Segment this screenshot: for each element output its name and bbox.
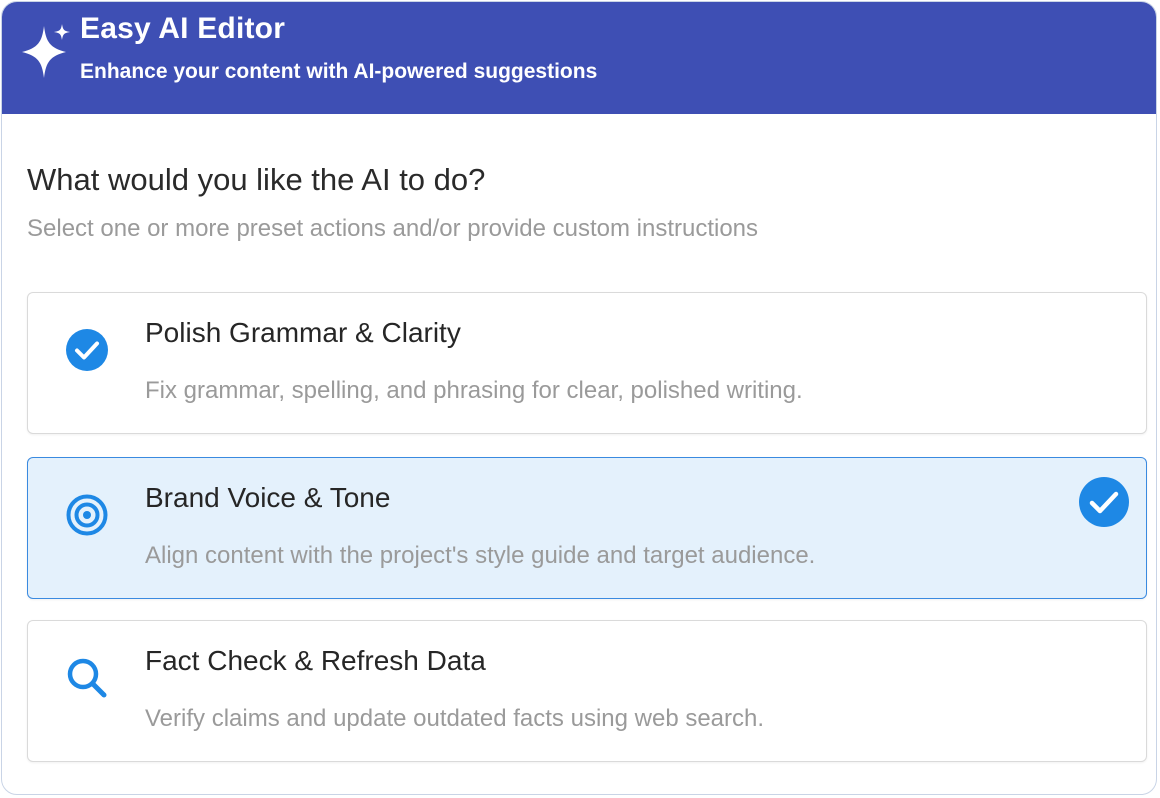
option-description: Fix grammar, spelling, and phrasing for … bbox=[145, 377, 803, 404]
option-title: Brand Voice & Tone bbox=[145, 482, 391, 513]
ai-editor-dialog: Easy AI Editor Enhance your content with… bbox=[1, 1, 1157, 795]
sparkle-icon bbox=[22, 24, 70, 78]
check-circle-icon bbox=[66, 329, 108, 371]
selected-check-icon bbox=[1079, 477, 1129, 527]
option-title: Fact Check & Refresh Data bbox=[145, 645, 486, 676]
prompt-question: What would you like the AI to do? bbox=[27, 162, 486, 197]
search-icon bbox=[67, 658, 107, 698]
prompt-hint: Select one or more preset actions and/or… bbox=[27, 215, 759, 242]
option-polish-grammar[interactable]: Polish Grammar & Clarity Fix grammar, sp… bbox=[27, 292, 1147, 434]
app-title: Easy AI Editor bbox=[80, 12, 286, 45]
option-description: Verify claims and update outdated facts … bbox=[145, 705, 765, 732]
dialog-header: Easy AI Editor Enhance your content with… bbox=[2, 2, 1156, 114]
option-title: Polish Grammar & Clarity bbox=[145, 317, 461, 348]
option-description: Align content with the project's style g… bbox=[145, 542, 816, 569]
option-fact-check[interactable]: Fact Check & Refresh Data Verify claims … bbox=[27, 620, 1147, 762]
option-brand-voice[interactable]: Brand Voice & Tone Align content with th… bbox=[27, 457, 1147, 599]
target-icon bbox=[66, 494, 108, 536]
app-subtitle: Enhance your content with AI-powered sug… bbox=[80, 60, 598, 83]
